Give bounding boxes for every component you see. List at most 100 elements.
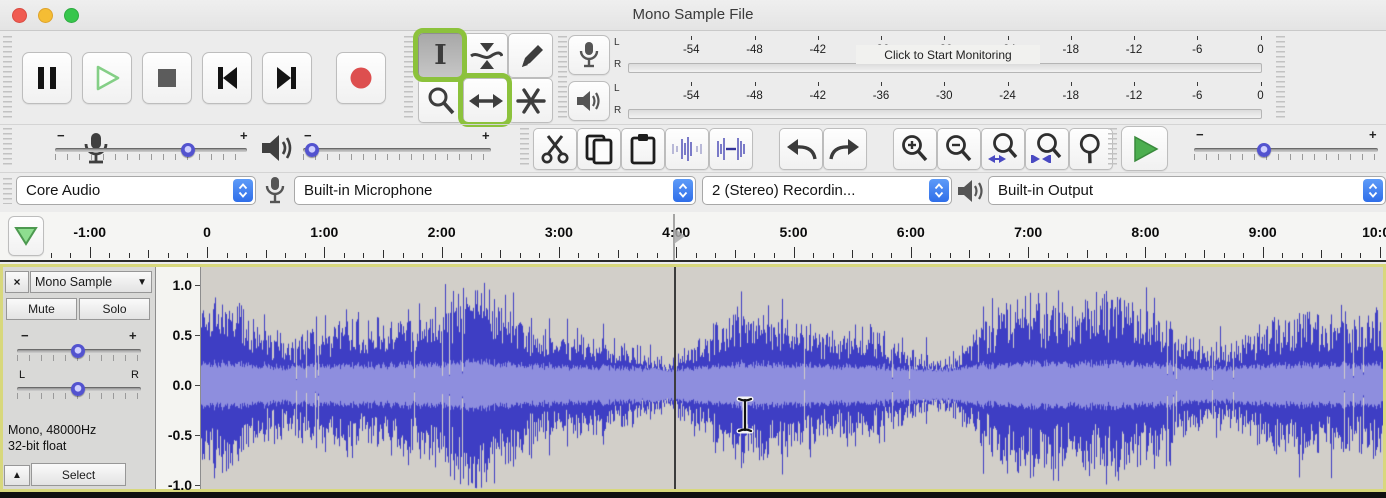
tools-toolbar-grip[interactable] — [404, 36, 413, 120]
ruler-tick — [1106, 253, 1107, 258]
selection-tool-button[interactable]: I — [418, 33, 463, 78]
redo-button[interactable] — [823, 128, 867, 170]
ruler-tick — [696, 253, 697, 258]
ruler-tick — [754, 253, 755, 258]
meter-resize-grip[interactable] — [1276, 36, 1285, 120]
recording-channels-select[interactable]: 2 (Stereo) Recordin... — [702, 176, 952, 205]
pin-playhead-button[interactable] — [8, 216, 44, 256]
skip-to-end-button[interactable] — [262, 52, 312, 104]
undo-button[interactable] — [779, 128, 823, 170]
ruler-label: 6:00 — [897, 224, 925, 240]
ruler-tick — [1263, 247, 1264, 258]
multi-tool-button[interactable] — [508, 78, 553, 123]
ruler-tick — [129, 253, 130, 258]
playback-speed-thumb[interactable] — [1257, 143, 1271, 157]
envelope-tool-button[interactable] — [463, 33, 508, 78]
edit-toolbar-grip[interactable] — [520, 128, 529, 168]
playback-meter-tick — [818, 82, 819, 86]
pan-slider-thumb[interactable] — [71, 382, 85, 396]
fit-selection-icon — [986, 132, 1020, 166]
cut-button[interactable] — [533, 128, 577, 170]
draw-tool-button[interactable] — [508, 33, 553, 78]
select-button[interactable]: Select — [31, 463, 126, 486]
stop-icon — [155, 66, 179, 90]
mute-button[interactable]: Mute — [6, 298, 77, 320]
ruler-tick — [90, 247, 91, 258]
timeline-ruler[interactable]: -1:0001:002:003:004:005:006:007:008:009:… — [0, 212, 1386, 262]
skip-to-end-icon — [273, 65, 301, 91]
waveform-canvas[interactable] — [201, 267, 1383, 489]
window-bottom-edge — [0, 492, 1386, 498]
paste-icon — [628, 133, 658, 165]
recording-device-select[interactable]: Built-in Microphone — [294, 176, 696, 205]
zoom-tool-button[interactable] — [418, 78, 463, 123]
playhead-marker[interactable] — [666, 214, 686, 260]
record-meter-tick — [691, 36, 692, 40]
zoom-in-button[interactable] — [893, 128, 937, 170]
recording-volume-slider[interactable] — [55, 148, 247, 152]
audio-host-select[interactable]: Core Audio — [16, 176, 256, 205]
zoom-toggle-button[interactable] — [1069, 128, 1113, 170]
ruler-tick — [1009, 253, 1010, 258]
track-close-button[interactable]: × — [5, 271, 29, 293]
recording-volume-thumb[interactable] — [181, 143, 195, 157]
playback-meter-tick-label: -24 — [999, 90, 1016, 102]
silence-audio-button[interactable] — [709, 128, 753, 170]
ruler-label: 0 — [203, 224, 211, 240]
scale-label: 0.0 — [173, 377, 192, 393]
track-name-button[interactable]: Mono Sample ▼ — [30, 271, 152, 293]
pause-button[interactable] — [22, 52, 72, 104]
fit-selection-button[interactable] — [981, 128, 1025, 170]
undo-icon — [784, 135, 818, 163]
ruler-tick — [461, 253, 462, 258]
play-at-speed-grip[interactable] — [1108, 128, 1117, 168]
transport-toolbar-grip[interactable] — [3, 36, 12, 120]
playback-volume-slider[interactable] — [303, 148, 491, 152]
playback-speed-slider[interactable] — [1194, 148, 1378, 152]
mixer-toolbar-grip[interactable] — [3, 128, 12, 168]
device-microphone-icon — [262, 176, 288, 206]
record-button[interactable] — [336, 52, 386, 104]
ruler-tick — [872, 253, 873, 258]
playback-meter[interactable]: -54-48-42-36-30-24-18-12-60 — [628, 79, 1270, 123]
trim-audio-button[interactable] — [665, 128, 709, 170]
play-button[interactable] — [82, 52, 132, 104]
speaker-icon — [575, 88, 603, 114]
paste-button[interactable] — [621, 128, 665, 170]
record-meter-tick-label: -18 — [1062, 44, 1079, 56]
ruler-tick — [70, 253, 71, 258]
skip-to-start-button[interactable] — [202, 52, 252, 104]
ruler-tick — [324, 247, 325, 258]
fit-project-button[interactable] — [1025, 128, 1069, 170]
record-meter-button[interactable] — [568, 35, 610, 75]
gain-slider-thumb[interactable] — [71, 344, 85, 358]
collapse-track-button[interactable]: ▲ — [4, 465, 30, 486]
ruler-tick — [1243, 253, 1244, 258]
ruler-label: 9:00 — [1249, 224, 1277, 240]
playback-device-select[interactable]: Built-in Output — [988, 176, 1386, 205]
waveform-area[interactable] — [201, 267, 1383, 489]
meter-toolbar-grip[interactable] — [558, 36, 567, 120]
playback-volume-thumb[interactable] — [305, 143, 319, 157]
stop-button[interactable] — [142, 52, 192, 104]
playback-meter-button[interactable] — [568, 81, 610, 121]
recording-channels-stepper — [929, 179, 949, 202]
playback-meter-tick-label: -12 — [1126, 90, 1143, 102]
ruler-label: 8:00 — [1131, 224, 1159, 240]
ruler-label: 1:00 — [310, 224, 338, 240]
solo-button[interactable]: Solo — [79, 298, 150, 320]
time-shift-tool-button[interactable] — [463, 78, 508, 123]
playback-meter-tick — [1134, 82, 1135, 86]
copy-button[interactable] — [577, 128, 621, 170]
playback-meter-tick-label: -18 — [1062, 90, 1079, 102]
monitoring-overlay[interactable]: Click to Start Monitoring — [856, 45, 1040, 64]
ruler-label: -1:00 — [73, 224, 106, 240]
zoom-out-button[interactable] — [937, 128, 981, 170]
vertical-scale-ruler[interactable]: 1.00.50.0-0.5-1.0 — [155, 267, 201, 489]
device-toolbar-grip[interactable] — [3, 178, 12, 204]
playback-volume-minus: − — [304, 129, 312, 142]
audio-host-stepper — [233, 179, 253, 202]
play-at-speed-button[interactable] — [1121, 126, 1168, 171]
record-volume-plus: + — [240, 129, 248, 142]
pan-left-label: L — [19, 369, 25, 381]
